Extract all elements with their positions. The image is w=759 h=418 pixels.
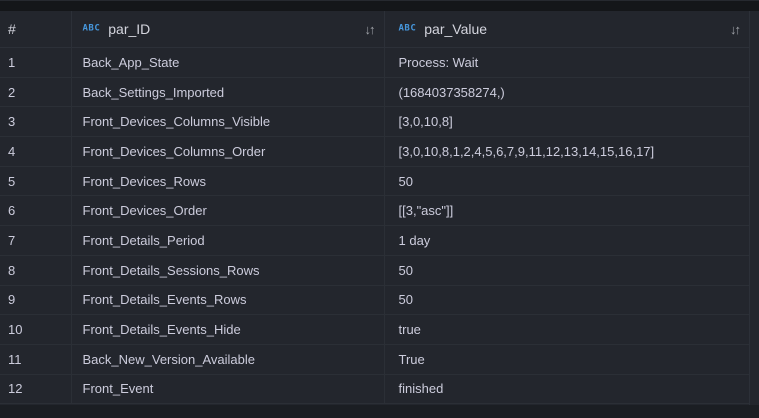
sort-icon[interactable]: ↓↑ [365,22,384,37]
column-header-par-id[interactable]: ABC par_ID ↓↑ [72,11,385,47]
string-type-icon: ABC [399,24,417,34]
par-id-cell: Front_Details_Events_Rows [72,286,385,315]
string-type-icon: ABC [83,24,101,34]
par-id-cell: Front_Details_Sessions_Rows [72,256,385,285]
table-row: 7 Front_Details_Period 1 day [0,226,749,256]
par-value-cell: 50 [385,256,750,285]
table-panel: # ABC par_ID ↓↑ ABC par_Value ↓↑ 1 Back_… [0,0,759,418]
index-header-label: # [8,21,16,37]
par-id-cell: Front_Devices_Columns_Visible [72,107,385,136]
row-index-cell: 3 [0,107,72,136]
par-id-cell: Front_Details_Events_Hide [72,315,385,344]
par-id-cell: Front_Devices_Order [72,196,385,225]
row-index-cell: 5 [0,167,72,196]
par-id-cell: Front_Devices_Rows [72,167,385,196]
par-value-cell: [3,0,10,8,1,2,4,5,6,7,9,11,12,13,14,15,1… [385,137,750,166]
table-row: 1 Back_App_State Process: Wait [0,48,749,78]
par-value-cell: [[3,"asc"]] [385,196,750,225]
row-index-cell: 7 [0,226,72,255]
table-row: 6 Front_Devices_Order [[3,"asc"]] [0,196,749,226]
table-row: 2 Back_Settings_Imported (1684037358274,… [0,78,749,108]
table-body: 1 Back_App_State Process: Wait 2 Back_Se… [0,48,749,404]
table-row: 11 Back_New_Version_Available True [0,345,749,375]
par-id-cell: Front_Event [72,375,385,404]
par-value-cell: True [385,345,750,374]
table-row: 8 Front_Details_Sessions_Rows 50 [0,256,749,286]
panel-bottom-edge [0,405,759,418]
par-value-cell: true [385,315,750,344]
row-index-cell: 1 [0,48,72,77]
column-header-index: # [0,11,72,47]
table-row: 3 Front_Devices_Columns_Visible [3,0,10,… [0,107,749,137]
row-index-cell: 10 [0,315,72,344]
panel-top-edge [0,0,759,11]
par-id-header-label: par_ID [108,21,150,37]
par-value-header-label: par_Value [424,21,487,37]
table-row: 10 Front_Details_Events_Hide true [0,315,749,345]
table-row: 5 Front_Devices_Rows 50 [0,167,749,197]
par-id-cell: Back_Settings_Imported [72,78,385,107]
table-row: 4 Front_Devices_Columns_Order [3,0,10,8,… [0,137,749,167]
par-id-cell: Back_New_Version_Available [72,345,385,374]
row-index-cell: 2 [0,78,72,107]
par-value-cell: Process: Wait [385,48,750,77]
par-value-cell: finished [385,375,750,404]
par-id-cell: Back_App_State [72,48,385,77]
par-value-cell: [3,0,10,8] [385,107,750,136]
table-row: 12 Front_Event finished [0,375,749,405]
row-index-cell: 9 [0,286,72,315]
par-value-cell: 1 day [385,226,750,255]
row-index-cell: 12 [0,375,72,404]
scrollbar-gutter [749,11,759,405]
parameters-table: # ABC par_ID ↓↑ ABC par_Value ↓↑ 1 Back_… [0,11,749,404]
par-value-cell: (1684037358274,) [385,78,750,107]
row-index-cell: 11 [0,345,72,374]
sort-icon[interactable]: ↓↑ [730,22,749,37]
column-header-par-value[interactable]: ABC par_Value ↓↑ [385,11,750,47]
table-row: 9 Front_Details_Events_Rows 50 [0,286,749,316]
par-id-cell: Front_Details_Period [72,226,385,255]
row-index-cell: 8 [0,256,72,285]
par-id-cell: Front_Devices_Columns_Order [72,137,385,166]
row-index-cell: 4 [0,137,72,166]
par-value-cell: 50 [385,286,750,315]
row-index-cell: 6 [0,196,72,225]
par-value-cell: 50 [385,167,750,196]
table-header-row: # ABC par_ID ↓↑ ABC par_Value ↓↑ [0,11,749,48]
